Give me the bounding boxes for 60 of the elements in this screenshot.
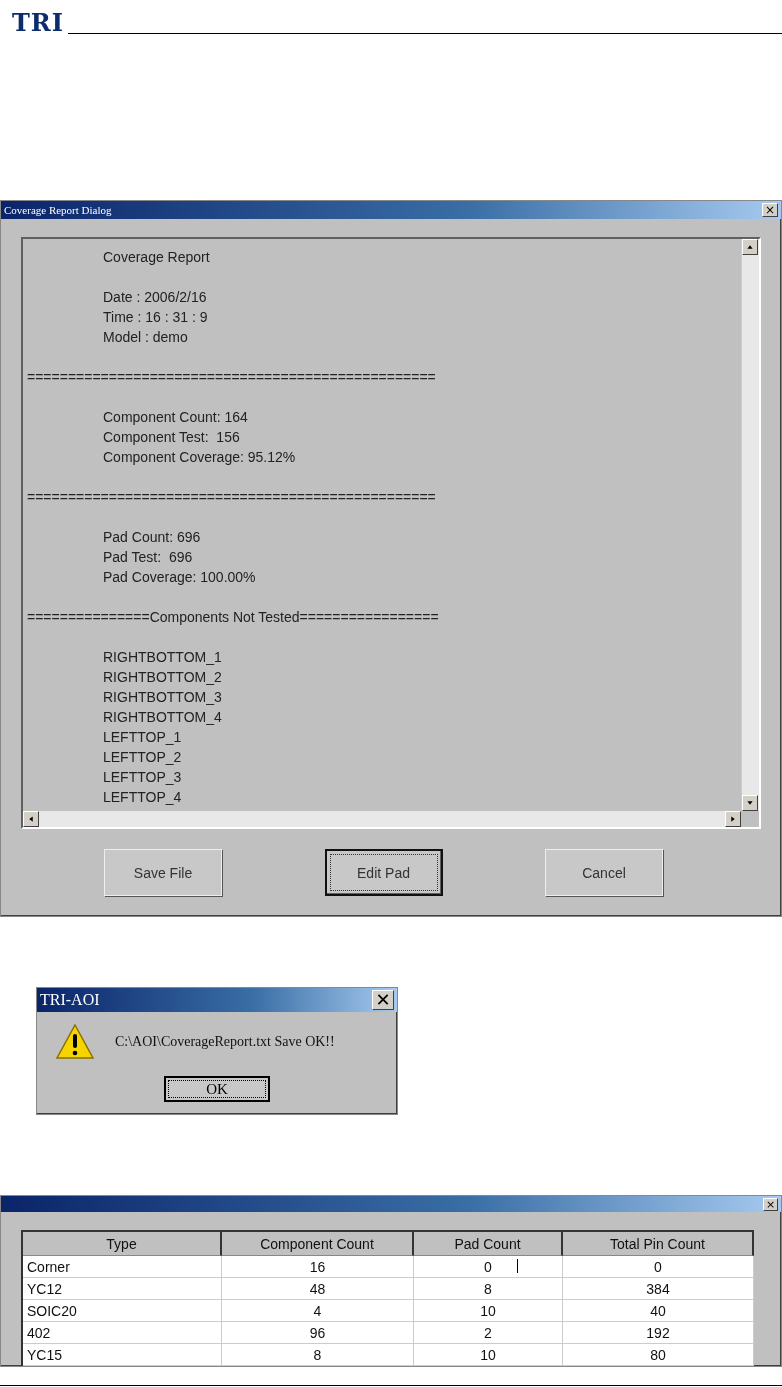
table-cell: YC12 <box>23 1278 222 1300</box>
close-button[interactable]: × <box>762 203 778 217</box>
table-cell: 4 <box>222 1300 414 1322</box>
report-line: LEFTTOP_4 <box>102 788 183 807</box>
report-line: RIGHTBOTTOM_3 <box>102 688 223 707</box>
report-line: Pad Coverage: 100.00% <box>102 568 257 587</box>
column-header[interactable]: Pad Count <box>414 1232 563 1256</box>
table-cell: 384 <box>563 1278 754 1300</box>
table-cell: SOIC20 <box>23 1300 222 1322</box>
report-line: Date : 2006/2/16 <box>102 288 208 307</box>
table-cell: YC15 <box>23 1344 222 1366</box>
report-line: Component Coverage: 95.12% <box>102 448 297 467</box>
table-cell: Corner <box>23 1256 222 1278</box>
text-cursor-icon <box>517 1259 518 1273</box>
horizontal-scrollbar[interactable] <box>23 811 741 827</box>
table-cell: 48 <box>222 1278 414 1300</box>
separator-line: ===============Components Not Tested================= <box>27 608 440 627</box>
table-cell: 10 <box>414 1344 563 1366</box>
table-cell: 192 <box>563 1322 754 1344</box>
window-title: TRI-AOI <box>40 991 100 1009</box>
report-line: Coverage Report <box>102 248 211 267</box>
report-line: RIGHTBOTTOM_2 <box>102 668 223 687</box>
vertical-scrollbar[interactable] <box>741 239 759 811</box>
logo: TRI <box>12 10 65 36</box>
close-button[interactable]: × <box>763 1197 778 1211</box>
report-line: Model : demo <box>102 328 189 347</box>
report-line: Pad Count: 696 <box>102 528 202 547</box>
table-cell: 402 <box>23 1322 222 1344</box>
report-line: LEFTTOP_1 <box>102 728 183 747</box>
table-cell: 80 <box>563 1344 754 1366</box>
separator-line: ================================================== <box>27 488 437 507</box>
report-line: Component Test: 156 <box>102 428 241 447</box>
report-line: Time : 16 : 31 : 9 <box>102 308 209 327</box>
column-header[interactable]: Total Pin Count <box>563 1232 754 1256</box>
table-cell: 40 <box>563 1300 754 1322</box>
table-cell: 0 <box>563 1256 754 1278</box>
table-cell: 16 <box>222 1256 414 1278</box>
message-text: C:\AOI\CoverageReport.txt Save OK!! <box>115 1034 335 1050</box>
close-button[interactable]: ✕ <box>372 990 394 1010</box>
report-line: Pad Test: 696 <box>102 548 194 567</box>
table-cell: 8 <box>414 1278 563 1300</box>
report-line: LEFTTOP_3 <box>102 768 183 787</box>
report-line: RIGHTBOTTOM_1 <box>102 648 223 667</box>
separator-line: ================================================== <box>27 368 437 387</box>
dialog-button[interactable]: Save File <box>104 849 222 896</box>
table-cell: 10 <box>414 1300 563 1322</box>
warning-icon <box>55 1022 95 1062</box>
table-cell: 8 <box>222 1344 414 1366</box>
ok-button[interactable]: OK <box>164 1076 270 1102</box>
report-line: Component Count: 164 <box>102 408 249 427</box>
dialog-button[interactable]: Edit Pad <box>324 849 443 896</box>
window-title: Coverage Report Dialog <box>4 204 112 216</box>
table-cell: 96 <box>222 1322 414 1344</box>
report-line: RIGHTBOTTOM_4 <box>102 708 223 727</box>
column-header[interactable]: Component Count <box>222 1232 414 1256</box>
column-header[interactable]: Type <box>23 1232 222 1256</box>
report-line: LEFTTOP_2 <box>102 748 183 767</box>
table-cell: 2 <box>414 1322 563 1344</box>
dialog-button[interactable]: Cancel <box>545 849 663 896</box>
table-cell: 0 <box>414 1256 563 1278</box>
